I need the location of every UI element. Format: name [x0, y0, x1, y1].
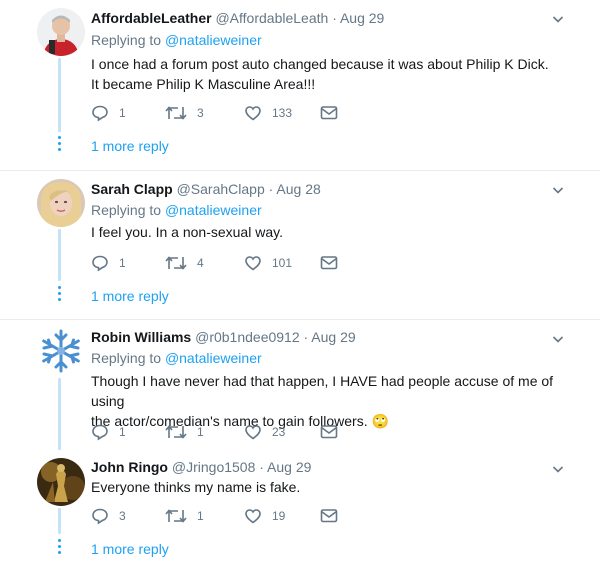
like-count: 133	[272, 106, 293, 120]
tweet-text-line: I once had a forum post auto changed bec…	[91, 56, 549, 72]
envelope-icon	[320, 509, 338, 523]
tweet-actions: 3 1 19	[91, 506, 351, 526]
tweet-actions: 1 1 23	[91, 422, 351, 442]
thread-dots	[56, 286, 62, 304]
retweet-count: 3	[197, 106, 204, 120]
like-button[interactable]: 23	[244, 422, 285, 442]
author-name[interactable]: John Ringo	[91, 459, 168, 475]
retweet-icon	[165, 425, 187, 439]
reply-icon	[92, 508, 108, 525]
thread-line	[58, 378, 61, 450]
tweet-date[interactable]: · Aug 29	[259, 459, 311, 475]
replying-to-label: Replying to	[91, 32, 162, 48]
thread-dots	[56, 539, 62, 557]
reply-count: 3	[119, 509, 126, 523]
thread-line	[58, 508, 61, 534]
tweet-actions: 1 3 133	[91, 103, 351, 123]
reply-button[interactable]: 3	[91, 506, 126, 526]
author-handle[interactable]: @r0b1ndee0912	[195, 329, 300, 345]
message-button[interactable]	[320, 103, 338, 123]
retweet-count: 1	[197, 425, 204, 439]
reply-count: 1	[119, 106, 126, 120]
retweet-count: 4	[197, 256, 204, 270]
reply-button[interactable]: 1	[91, 103, 126, 123]
chevron-down-icon[interactable]	[552, 183, 564, 195]
tweet-robinwilliams[interactable]: Robin Williams @r0b1ndee0912 · Aug 29 Re…	[0, 320, 600, 450]
reply-button[interactable]: 1	[91, 422, 126, 442]
envelope-icon	[320, 256, 338, 270]
tweet-actions: 1 4 101	[91, 253, 351, 273]
message-button[interactable]	[320, 422, 338, 442]
author-name[interactable]: Robin Williams	[91, 329, 191, 345]
retweet-button[interactable]: 3	[165, 103, 204, 123]
heart-icon	[245, 106, 261, 121]
retweet-button[interactable]: 1	[165, 506, 204, 526]
retweet-icon	[165, 509, 187, 523]
avatar[interactable]	[37, 179, 85, 227]
like-button[interactable]: 101	[244, 253, 292, 273]
reply-count: 1	[119, 256, 126, 270]
reply-count: 1	[119, 425, 126, 439]
replying-to-handle[interactable]: @natalieweiner	[165, 202, 262, 218]
reply-icon	[92, 424, 108, 441]
retweet-button[interactable]: 4	[165, 253, 204, 273]
tweet-text: I once had a forum post auto changed bec…	[91, 54, 571, 94]
reply-button[interactable]: 1	[91, 253, 126, 273]
tweet-date[interactable]: · Aug 28	[269, 181, 321, 197]
chevron-down-icon[interactable]	[552, 12, 564, 24]
retweet-icon	[165, 256, 187, 270]
like-button[interactable]: 133	[244, 103, 292, 123]
tweet-affordableleather[interactable]: AffordableLeather @AffordableLeath · Aug…	[0, 0, 600, 170]
tweet-text-line: Everyone thinks my name is fake.	[91, 479, 301, 495]
retweet-icon	[165, 106, 187, 120]
author-name[interactable]: AffordableLeather	[91, 10, 212, 26]
reply-icon	[92, 255, 108, 272]
tweet-text-line: I feel you. In a non-sexual way.	[91, 224, 283, 240]
tweet-johnringo[interactable]: John Ringo @Jringo1508 · Aug 29 Everyone…	[0, 450, 600, 564]
envelope-icon	[320, 106, 338, 120]
tweet-date[interactable]: · Aug 29	[304, 329, 356, 345]
show-more-replies-link[interactable]: 1 more reply	[91, 287, 169, 305]
author-handle[interactable]: @Jringo1508	[172, 459, 256, 475]
thread-line	[58, 58, 61, 132]
reply-icon	[92, 105, 108, 122]
retweet-button[interactable]: 1	[165, 422, 204, 442]
replying-to-handle[interactable]: @natalieweiner	[165, 32, 262, 48]
chevron-down-icon[interactable]	[552, 332, 564, 344]
author-name[interactable]: Sarah Clapp	[91, 181, 173, 197]
envelope-icon	[320, 425, 338, 439]
heart-icon	[245, 509, 261, 524]
show-more-replies-link[interactable]: 1 more reply	[91, 137, 169, 155]
avatar[interactable]	[37, 8, 85, 56]
avatar[interactable]	[37, 458, 85, 506]
replying-to-handle[interactable]: @natalieweiner	[165, 350, 262, 366]
tweet-date[interactable]: · Aug 29	[332, 10, 384, 26]
tweet-text: Everyone thinks my name is fake.	[91, 477, 571, 497]
show-more-replies-link[interactable]: 1 more reply	[91, 540, 169, 558]
like-count: 19	[272, 509, 286, 523]
like-count: 23	[272, 425, 286, 439]
message-button[interactable]	[320, 506, 338, 526]
thread-dots	[56, 136, 62, 154]
tweet-text-line: It became Philip K Masculine Area!!!	[91, 76, 316, 92]
message-button[interactable]	[320, 253, 338, 273]
replying-to-label: Replying to	[91, 350, 162, 366]
eye-roll-emoji: 🙄	[371, 414, 389, 430]
like-count: 101	[272, 256, 293, 270]
replying-to-label: Replying to	[91, 202, 162, 218]
tweet-sarahclapp[interactable]: Sarah Clapp @SarahClapp · Aug 28 Replyin…	[0, 171, 600, 319]
avatar[interactable]	[37, 327, 85, 375]
thread-line	[58, 229, 61, 281]
like-button[interactable]: 19	[244, 506, 285, 526]
tweet-text-line: Though I have never had that happen, I H…	[91, 373, 554, 409]
author-handle[interactable]: @AffordableLeath	[215, 10, 328, 26]
heart-icon	[245, 256, 261, 271]
author-handle[interactable]: @SarahClapp	[177, 181, 265, 197]
chevron-down-icon[interactable]	[552, 462, 564, 474]
retweet-count: 1	[197, 509, 204, 523]
heart-icon	[245, 425, 261, 440]
tweet-text: I feel you. In a non-sexual way.	[91, 222, 571, 242]
